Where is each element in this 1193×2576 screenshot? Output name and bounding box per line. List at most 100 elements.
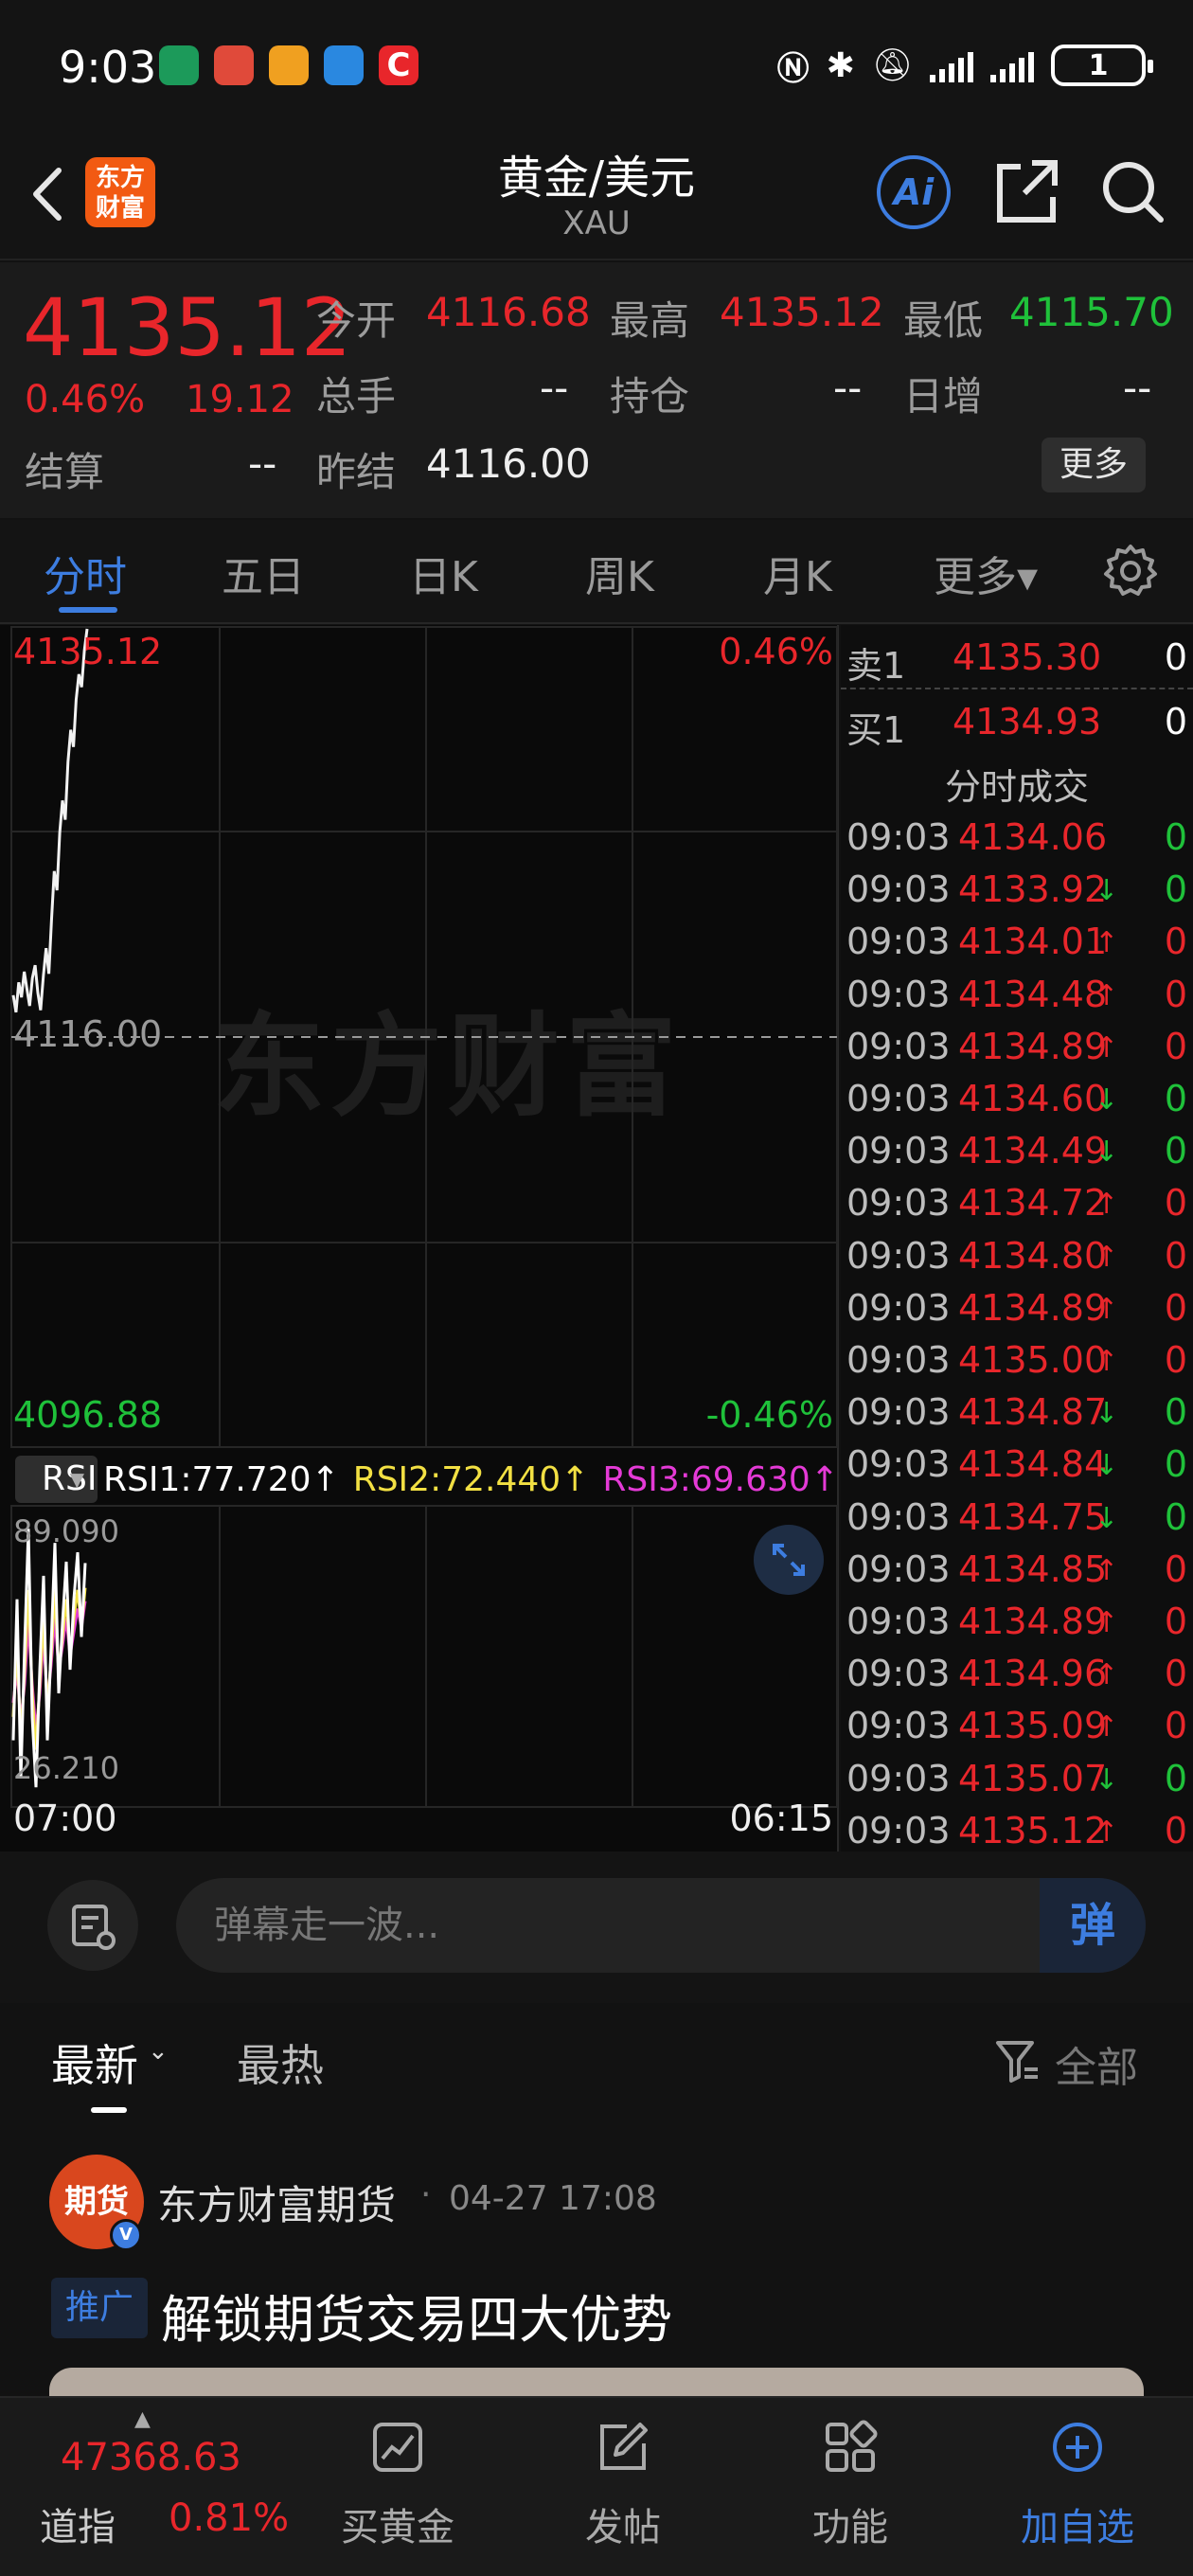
- feed-tab-latest[interactable]: 最新: [51, 2031, 138, 2094]
- chart-icon: [373, 2423, 422, 2472]
- danmu-send-button[interactable]: 弹: [1040, 1878, 1146, 1973]
- tick-volume: 0: [1164, 1234, 1187, 1277]
- status-time: 9:03: [59, 42, 157, 93]
- rsi1-series-line: [11, 1529, 87, 1788]
- index-value: 47368.63: [61, 2436, 241, 2479]
- chevron-up-icon: ▲: [134, 2407, 151, 2431]
- danmu-settings-icon[interactable]: [47, 1880, 138, 1971]
- tick-volume: 0: [1164, 1391, 1187, 1434]
- tab-more[interactable]: 更多▾: [934, 543, 1038, 603]
- tick-time: 09:03: [846, 1495, 951, 1538]
- high-label: 最高: [610, 297, 690, 344]
- bid-price: 4134.93: [953, 701, 1102, 742]
- tick-row: 09:03 4134.72 ↑ 0: [841, 1176, 1193, 1228]
- tick-direction: ↑: [1095, 1553, 1119, 1587]
- chart-canvas: [10, 626, 838, 1808]
- app-notification-icon: [159, 45, 199, 85]
- tick-row: 09:03 4133.92 ↓ 0: [841, 863, 1193, 915]
- ask-label: 卖1: [846, 645, 906, 687]
- tick-price: 4134.84: [958, 1443, 1108, 1486]
- tick-row: 09:03 4134.48 ↑ 0: [841, 968, 1193, 1020]
- tab-intraday[interactable]: 分时: [44, 543, 127, 603]
- nav-functions[interactable]: 功能: [765, 2398, 935, 2576]
- tick-row: 09:03 4135.00 ↑ 0: [841, 1333, 1193, 1386]
- tick-price: 4135.09: [958, 1705, 1108, 1747]
- indicator-select[interactable]: RSI: [15, 1456, 98, 1503]
- rsi-indicator-bar: RSI RSI1:77.720↑ RSI2:72.440↑ RSI3:69.63…: [0, 1451, 839, 1508]
- tick-time: 09:03: [846, 1757, 951, 1799]
- tick-volume: 0: [1164, 1653, 1187, 1695]
- tick-row: 09:03 4135.09 ↑ 0: [841, 1699, 1193, 1751]
- tick-row: 09:03 4134.75 ↓ 0: [841, 1491, 1193, 1543]
- ask-price: 4135.30: [953, 636, 1102, 678]
- status-bar: 9:03 C Ⓝ ✱ 🔕︎ 1: [0, 0, 1193, 133]
- ticks-title: 分时成交: [944, 766, 1089, 808]
- search-icon[interactable]: [1098, 155, 1166, 227]
- nav-label: 发帖: [585, 2506, 661, 2549]
- nav-label: 买黄金: [341, 2506, 454, 2549]
- tick-direction: ↑: [1095, 1606, 1119, 1639]
- filter-icon[interactable]: [994, 2037, 1042, 2084]
- battery-icon: 1: [1051, 45, 1153, 86]
- tick-price: 4134.72: [958, 1182, 1108, 1225]
- tick-price: 4134.85: [958, 1547, 1108, 1590]
- tab-five-day[interactable]: 五日: [222, 543, 305, 603]
- nav-post[interactable]: 发帖: [538, 2398, 708, 2576]
- prev-settle-label: 昨结: [316, 449, 397, 495]
- ask-row: 卖1 4135.30 0: [841, 625, 1193, 689]
- tick-price: 4134.48: [958, 973, 1108, 1015]
- tick-direction: ↑: [1095, 1658, 1119, 1692]
- app-notification-icon: [324, 45, 364, 85]
- tick-time: 09:03: [846, 1234, 951, 1277]
- chart-bottom-percent: -0.46%: [705, 1394, 833, 1436]
- nav-add-watchlist[interactable]: 加自选: [992, 2398, 1163, 2576]
- chart-grid: [10, 626, 838, 1808]
- tick-row: 09:03 4134.60 ↓ 0: [841, 1072, 1193, 1124]
- app-notification-icon: [269, 45, 309, 85]
- post-author[interactable]: 东方财富期货: [157, 2174, 396, 2231]
- tick-row: 09:03 4134.06 0: [841, 811, 1193, 863]
- change-percent: 0.46%: [25, 378, 146, 421]
- tick-time: 09:03: [846, 1391, 951, 1434]
- tick-volume: 0: [1164, 1339, 1187, 1381]
- tab-weekly-k[interactable]: 周K: [585, 543, 654, 603]
- low-value: 4115.70: [1009, 289, 1174, 335]
- tick-volume: 0: [1164, 1757, 1187, 1799]
- tick-volume: 0: [1164, 973, 1187, 1015]
- tick-row: 09:03 4134.89 ↑ 0: [841, 1281, 1193, 1333]
- tick-price: 4135.07: [958, 1757, 1108, 1799]
- tick-direction: ↓: [1095, 1501, 1119, 1535]
- post-title[interactable]: 解锁期货交易四大优势: [161, 2278, 672, 2352]
- tick-volume: 0: [1164, 1705, 1187, 1747]
- tick-volume: 0: [1164, 1809, 1187, 1852]
- ask-volume: 0: [1164, 636, 1187, 678]
- danmu-input[interactable]: 弹幕走一波...: [176, 1878, 1146, 1973]
- prev-settle-value: 4116.00: [426, 440, 591, 487]
- rsi2-value: RSI2:72.440↑: [352, 1459, 590, 1499]
- tick-time: 09:03: [846, 1809, 951, 1852]
- tab-monthly-k[interactable]: 月K: [763, 543, 832, 603]
- tick-volume: 0: [1164, 868, 1187, 911]
- tick-time: 09:03: [846, 973, 951, 1015]
- feed-filter-label[interactable]: 全部: [1055, 2033, 1138, 2094]
- nav-buy-gold[interactable]: 买黄金: [312, 2398, 483, 2576]
- feed-tab-hot[interactable]: 最热: [237, 2031, 324, 2094]
- ai-button[interactable]: Ai: [877, 155, 951, 229]
- index-ticker[interactable]: ▲ 47368.63 道指 0.81%: [0, 2398, 303, 2576]
- gear-icon[interactable]: [1102, 543, 1159, 599]
- price-line-group: [11, 628, 89, 1013]
- tick-direction: ↓: [1095, 1449, 1119, 1483]
- intraday-chart[interactable]: 东方财富 4135.12 0.46% 4116.00 4096.88 -0.46…: [0, 625, 839, 1852]
- feed-section: 最新 ⌄ 最热 全部 期货 V 东方财富期货 · 04-27 17:08 推广 …: [0, 2003, 1193, 2424]
- order-book: 卖1 4135.30 0 买1 4134.93 0 分时成交 09:03 4134…: [841, 625, 1193, 1852]
- expand-chart-button[interactable]: [754, 1525, 824, 1595]
- share-icon[interactable]: [992, 155, 1060, 227]
- header: 东方财富 黄金/美元 XAU Ai: [0, 133, 1193, 260]
- more-button[interactable]: 更多: [1042, 438, 1146, 492]
- tick-price: 4134.89: [958, 1025, 1108, 1067]
- tick-time: 09:03: [846, 868, 951, 911]
- nfc-icon: Ⓝ: [776, 49, 810, 88]
- tab-daily-k[interactable]: 日K: [409, 543, 478, 603]
- chart-mid-price: 4116.00: [13, 1013, 163, 1055]
- tab-underline: [59, 607, 117, 613]
